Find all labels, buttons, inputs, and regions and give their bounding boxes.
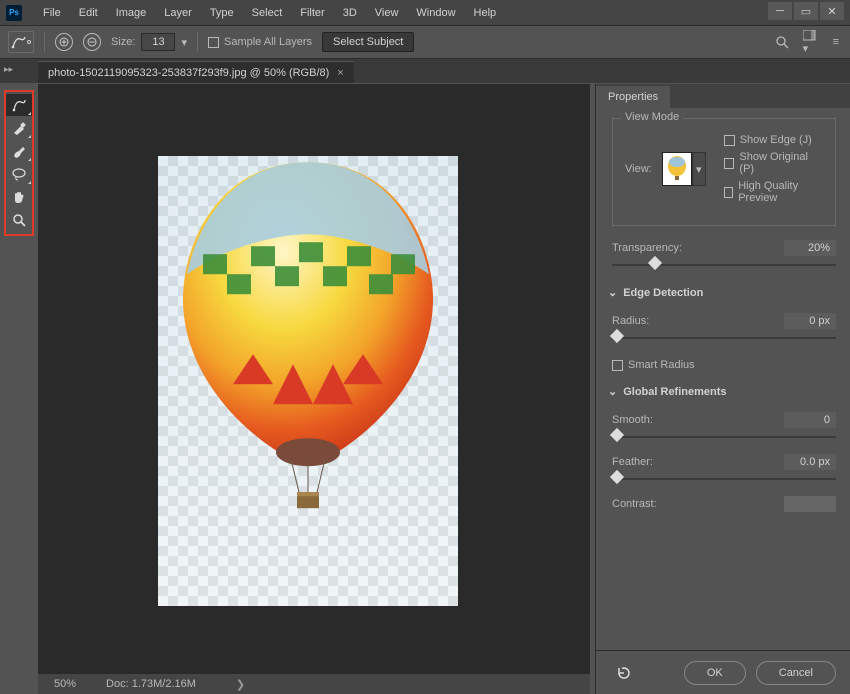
status-bar: 50% Doc: 1.73M/2.16M ❯: [38, 674, 590, 694]
menu-bar: Ps File Edit Image Layer Type Select Fil…: [0, 0, 850, 25]
window-minimize-button[interactable]: ─: [768, 2, 792, 20]
smooth-label: Smooth:: [612, 414, 653, 426]
contrast-value[interactable]: [784, 496, 836, 512]
refine-edge-brush-tool[interactable]: [6, 117, 32, 139]
edge-detection-section[interactable]: ⌄ Edge Detection: [608, 286, 836, 299]
transparency-label: Transparency:: [612, 242, 682, 254]
refine-tools-panel: [4, 90, 34, 236]
view-label: View:: [625, 163, 652, 175]
view-thumbnail[interactable]: [662, 152, 692, 186]
select-subject-button[interactable]: Select Subject: [322, 32, 414, 52]
radius-label: Radius:: [612, 315, 649, 327]
balloon-image: [173, 154, 443, 514]
menu-edit[interactable]: Edit: [70, 3, 107, 23]
menu-help[interactable]: Help: [465, 3, 506, 23]
canvas-area[interactable]: [38, 84, 590, 674]
document-tab-strip: photo-1502119095323-253837f293f9.jpg @ 5…: [0, 59, 850, 83]
edge-detection-title: Edge Detection: [623, 287, 703, 299]
workspace-switcher-icon[interactable]: ▾: [803, 30, 819, 55]
panel-footer: OK Cancel: [596, 650, 850, 694]
ok-button[interactable]: OK: [684, 661, 746, 685]
window-restore-button[interactable]: ▭: [794, 2, 818, 20]
feather-value[interactable]: 0.0 px: [784, 454, 836, 470]
zoom-level[interactable]: 50%: [54, 678, 76, 690]
smooth-slider[interactable]: [612, 430, 836, 444]
menu-filter[interactable]: Filter: [291, 3, 333, 23]
cancel-button[interactable]: Cancel: [756, 661, 836, 685]
close-tab-icon[interactable]: ×: [337, 67, 343, 79]
menu-file[interactable]: File: [34, 3, 70, 23]
document-canvas[interactable]: [158, 156, 458, 606]
document-tab[interactable]: photo-1502119095323-253837f293f9.jpg @ 5…: [38, 61, 354, 83]
chevron-down-icon: ⌄: [608, 286, 617, 299]
current-tool-preview[interactable]: [8, 31, 34, 53]
menu-window[interactable]: Window: [407, 3, 464, 23]
show-original-label: Show Original (P): [739, 151, 823, 175]
transparency-slider[interactable]: [612, 258, 836, 272]
smart-radius-checkbox[interactable]: Smart Radius: [612, 359, 836, 371]
lasso-tool[interactable]: [6, 163, 32, 185]
properties-panel: Properties View Mode View: ▾ Show Edge (…: [595, 84, 850, 694]
panel-menu-icon[interactable]: ≡: [833, 36, 842, 48]
sample-all-layers-label: Sample All Layers: [224, 36, 312, 48]
window-controls: ─ ▭ ✕: [768, 2, 844, 20]
brush-size-input[interactable]: [141, 33, 175, 51]
expand-panels-icon[interactable]: ▸▸: [4, 64, 13, 75]
menu-3d[interactable]: 3D: [334, 3, 366, 23]
view-mode-group: View Mode View: ▾ Show Edge (J) Show Ori…: [612, 118, 836, 226]
add-to-selection-icon[interactable]: [55, 33, 73, 51]
high-quality-label: High Quality Preview: [738, 180, 823, 204]
feather-slider[interactable]: [612, 472, 836, 486]
search-icon[interactable]: [775, 35, 789, 49]
quick-selection-tool[interactable]: [6, 94, 32, 116]
brush-tool[interactable]: [6, 140, 32, 162]
menu-image[interactable]: Image: [107, 3, 156, 23]
transparency-value[interactable]: 20%: [784, 240, 836, 256]
smooth-value[interactable]: 0: [784, 412, 836, 428]
high-quality-preview-checkbox[interactable]: High Quality Preview: [724, 180, 823, 204]
contrast-label: Contrast:: [612, 498, 657, 510]
panel-tabs: Properties: [596, 84, 850, 108]
separator: [44, 32, 45, 52]
show-original-checkbox[interactable]: Show Original (P): [724, 151, 823, 175]
show-edge-checkbox[interactable]: Show Edge (J): [724, 134, 823, 146]
smart-radius-label: Smart Radius: [628, 359, 695, 371]
sample-all-layers-checkbox[interactable]: Sample All Layers: [208, 36, 312, 48]
radius-slider[interactable]: [612, 331, 836, 345]
view-dropdown-icon[interactable]: ▾: [692, 152, 706, 186]
menu-view[interactable]: View: [366, 3, 408, 23]
separator: [197, 32, 198, 52]
window-close-button[interactable]: ✕: [820, 2, 844, 20]
doc-size[interactable]: Doc: 1.73M/2.16M: [106, 678, 196, 690]
brush-size-field: Size: ▾: [111, 33, 187, 51]
radius-value[interactable]: 0 px: [784, 313, 836, 329]
size-label: Size:: [111, 36, 135, 48]
subtract-from-selection-icon[interactable]: [83, 33, 101, 51]
status-more-icon[interactable]: ❯: [236, 678, 245, 691]
properties-tab[interactable]: Properties: [596, 86, 670, 108]
zoom-tool[interactable]: [6, 209, 32, 231]
app-logo-icon: Ps: [6, 5, 22, 21]
chevron-down-icon[interactable]: ▾: [181, 36, 187, 49]
menu-select[interactable]: Select: [243, 3, 292, 23]
reset-icon[interactable]: [616, 665, 632, 681]
view-mode-title: View Mode: [621, 111, 683, 123]
global-refinements-section[interactable]: ⌄ Global Refinements: [608, 385, 836, 398]
menu-type[interactable]: Type: [201, 3, 243, 23]
menu-layer[interactable]: Layer: [155, 3, 201, 23]
show-edge-label: Show Edge (J): [740, 134, 812, 146]
chevron-down-icon: ⌄: [608, 385, 617, 398]
hand-tool[interactable]: [6, 186, 32, 208]
global-refinements-title: Global Refinements: [623, 386, 726, 398]
options-bar: Size: ▾ Sample All Layers Select Subject…: [0, 25, 850, 59]
feather-label: Feather:: [612, 456, 653, 468]
document-title: photo-1502119095323-253837f293f9.jpg @ 5…: [48, 67, 329, 79]
